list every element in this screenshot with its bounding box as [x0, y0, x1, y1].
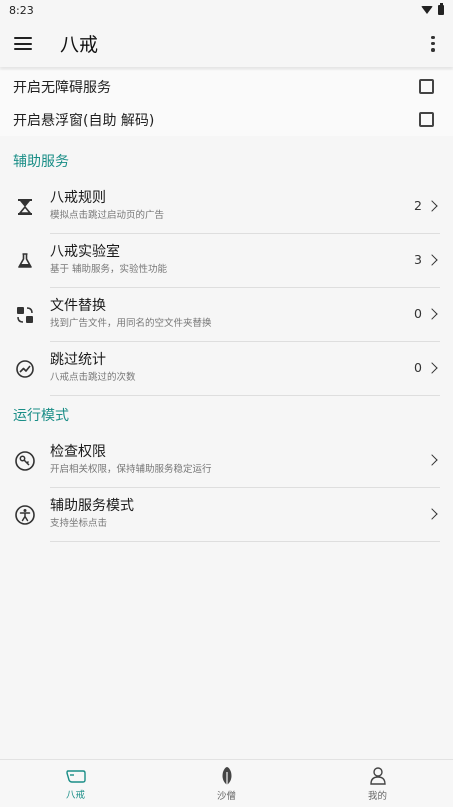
leaf-icon: [222, 766, 231, 785]
item-subtitle: 找到广告文件，用同名的空文件夹替换: [50, 317, 212, 329]
section-header-run-mode: 运行模式: [13, 408, 69, 424]
chevron-right-icon: [426, 361, 438, 374]
item-title: 辅助服务模式: [50, 497, 134, 514]
battery-icon: [438, 3, 444, 15]
bottom-nav: 八戒 沙僧 我的: [0, 759, 453, 807]
item-subtitle: 基于 辅助服务，实验性功能: [50, 263, 168, 275]
list-item-accessibility-mode[interactable]: 辅助服务模式 支持坐标点击: [0, 488, 453, 542]
item-count: 2: [414, 198, 422, 213]
section-header-assist: 辅助服务: [13, 154, 69, 170]
chevron-right-icon: [426, 453, 438, 466]
app-bar: 八戒: [0, 20, 453, 67]
item-title: 八戒实验室: [50, 243, 120, 260]
chevron-right-icon: [426, 199, 438, 212]
status-bar: 8:23: [0, 0, 453, 20]
chevron-right-icon: [426, 507, 438, 520]
nav-tab-shaseng[interactable]: 沙僧: [151, 760, 302, 807]
accessibility-icon: [15, 505, 35, 525]
menu-icon[interactable]: [14, 37, 32, 50]
pig-icon: [65, 769, 86, 783]
nav-label: 八戒: [65, 789, 85, 801]
more-options-icon[interactable]: [431, 35, 435, 52]
list-item-rules[interactable]: 八戒规则 模拟点击跳过启动页的广告 2: [0, 180, 453, 234]
toggle-label: 开启无障碍服务: [13, 79, 111, 96]
status-time: 8:23: [9, 3, 34, 17]
item-subtitle: 八戒点击跳过的次数: [50, 371, 136, 383]
item-title: 跳过统计: [50, 351, 106, 368]
item-title: 八戒规则: [50, 189, 106, 206]
flask-icon: [18, 253, 32, 268]
hourglass-icon: [18, 199, 32, 215]
nav-label: 沙僧: [216, 790, 236, 802]
item-title: 文件替换: [50, 297, 106, 314]
wifi-icon: [421, 6, 433, 14]
list-item-skip-stats[interactable]: 跳过统计 八戒点击跳过的次数 0: [0, 342, 453, 396]
person-icon: [369, 766, 386, 785]
nav-tab-bajie[interactable]: 八戒: [0, 760, 151, 807]
chart-icon: [16, 360, 34, 378]
page-title: 八戒: [60, 34, 99, 56]
toggle-accessibility-service[interactable]: 开启无障碍服务: [0, 70, 453, 103]
list-item-lab[interactable]: 八戒实验室 基于 辅助服务，实验性功能 3: [0, 234, 453, 288]
item-subtitle: 模拟点击跳过启动页的广告: [50, 209, 165, 221]
chevron-right-icon: [426, 307, 438, 320]
file-swap-icon: [17, 307, 33, 323]
permission-icon: [15, 451, 35, 471]
item-count: 3: [414, 252, 422, 267]
item-subtitle: 开启相关权限，保持辅助服务稳定运行: [50, 463, 212, 475]
nav-label: 我的: [367, 790, 387, 802]
accessibility-service-checkbox[interactable]: [419, 79, 434, 94]
list-item-file-replace[interactable]: 文件替换 找到广告文件，用同名的空文件夹替换 0: [0, 288, 453, 342]
list-item-check-permissions[interactable]: 检查权限 开启相关权限，保持辅助服务稳定运行: [0, 434, 453, 488]
status-icons: [421, 3, 444, 15]
floating-window-checkbox[interactable]: [419, 112, 434, 127]
item-title: 检查权限: [50, 443, 106, 460]
toggle-floating-window[interactable]: 开启悬浮窗(自助 解码): [0, 103, 453, 136]
item-count: 0: [414, 360, 422, 375]
nav-tab-mine[interactable]: 我的: [302, 760, 453, 807]
chevron-right-icon: [426, 253, 438, 266]
item-count: 0: [414, 306, 422, 321]
item-subtitle: 支持坐标点击: [50, 517, 108, 529]
toggle-label: 开启悬浮窗(自助 解码): [13, 112, 155, 129]
toggle-card: 开启无障碍服务 开启悬浮窗(自助 解码): [0, 70, 453, 136]
